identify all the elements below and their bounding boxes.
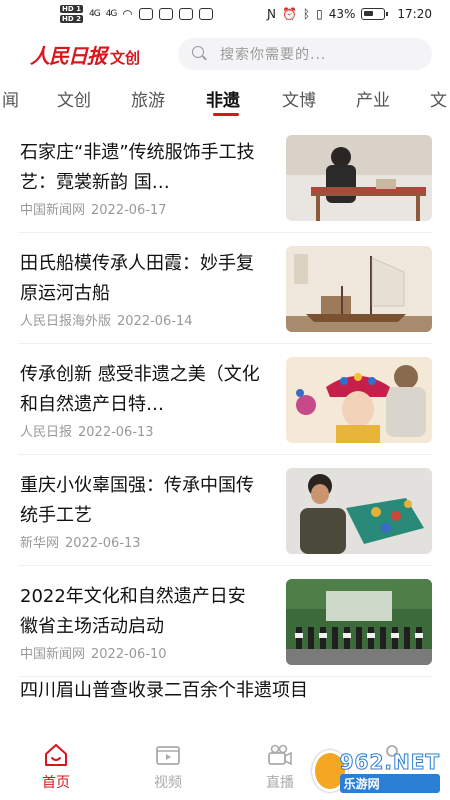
news-date: 2022-06-14 xyxy=(117,314,193,329)
news-title: 重庆小伙辜国强：传承中国传统手工艺 xyxy=(20,475,254,526)
news-date: 2022-06-13 xyxy=(65,536,141,551)
news-date: 2022-06-17 xyxy=(91,203,167,218)
app-icon xyxy=(198,8,213,20)
app-icon xyxy=(158,8,173,20)
battery-icon xyxy=(361,8,389,20)
app-header: 人民日报 文创 搜索你需要的... xyxy=(0,34,450,74)
bluetooth-icon: ᛒ xyxy=(302,7,311,21)
hd1-label: HD 1 xyxy=(60,5,83,13)
news-title: 田氏船模传承人田霞：妙手复原运河古船 xyxy=(20,253,254,304)
nav-video[interactable]: 视频 xyxy=(112,734,224,800)
tab-news[interactable]: 闻 xyxy=(2,86,19,111)
news-meta: 中国新闻网 2022-06-17 xyxy=(20,199,167,218)
news-meta: 人民日报 2022-06-13 xyxy=(20,421,154,440)
news-source: 中国新闻网 xyxy=(20,203,86,218)
news-meta: 中国新闻网 2022-06-10 xyxy=(20,643,167,662)
tab-heritage[interactable]: 非遗 xyxy=(206,86,240,111)
news-title: 传承创新 感受非遗之美（文化和自然遗产日特… xyxy=(20,364,260,415)
status-left: HD 1 HD 2 4G 4G ◠ xyxy=(60,4,267,24)
app-icon xyxy=(138,8,153,20)
search-icon xyxy=(192,46,208,62)
active-tab-indicator xyxy=(213,113,239,116)
news-date: 2022-06-13 xyxy=(78,425,154,440)
news-source: 人民日报 xyxy=(20,425,73,440)
app-icon xyxy=(178,8,193,20)
news-thumbnail xyxy=(286,468,432,554)
nav-video-label: 视频 xyxy=(154,775,182,791)
vibrate-icon: ▯ xyxy=(316,7,323,21)
craftsman-with-lantern-image xyxy=(286,468,432,554)
watermark-top: 962.NET xyxy=(339,749,440,774)
news-item[interactable]: 石家庄“非遗”传统服饰手工技艺：霓裳新韵 国… 中国新闻网 2022-06-17 xyxy=(18,122,432,233)
child-opera-headdress-image xyxy=(286,357,432,443)
news-title: 石家庄“非遗”传统服饰手工技艺：霓裳新韵 国… xyxy=(20,142,255,193)
app-logo: 人民日报 文创 xyxy=(30,40,178,69)
wifi-icon: ◠ xyxy=(122,7,133,21)
news-item[interactable]: 重庆小伙辜国强：传承中国传统手工艺 新华网 2022-06-13 xyxy=(18,455,432,566)
tab-museum[interactable]: 文博 xyxy=(282,86,316,111)
search-placeholder: 搜索你需要的... xyxy=(220,47,327,63)
tab-travel[interactable]: 旅游 xyxy=(131,86,165,111)
tab-industry[interactable]: 产业 xyxy=(356,86,390,111)
news-thumbnail xyxy=(286,135,432,221)
watermark-text: 962.NET 乐游网 xyxy=(339,749,440,793)
video-icon xyxy=(156,746,180,765)
nfc-icon: Ɲ xyxy=(266,7,276,21)
news-meta: 人民日报海外版 2022-06-14 xyxy=(20,310,193,329)
news-list: 石家庄“非遗”传统服饰手工技艺：霓裳新韵 国… 中国新闻网 2022-06-17 … xyxy=(0,122,450,677)
category-tabs: 闻 文创 旅游 非遗 文博 产业 文 xyxy=(0,80,450,118)
news-source: 中国新闻网 xyxy=(20,647,86,662)
signal-1: 4G xyxy=(88,9,101,19)
news-item[interactable]: 田氏船模传承人田霞：妙手复原运河古船 人民日报海外版 2022-06-14 xyxy=(18,233,432,344)
news-item[interactable]: 2022年文化和自然遗产日安徽省主场活动启动 中国新闻网 2022-06-10 xyxy=(18,566,432,677)
news-item[interactable]: 传承创新 感受非遗之美（文化和自然遗产日特… 人民日报 2022-06-13 xyxy=(18,344,432,455)
news-thumbnail xyxy=(286,357,432,443)
nav-live-label: 直播 xyxy=(266,775,294,791)
site-watermark: 962.NET 乐游网 xyxy=(312,748,440,794)
logo-sub: 文创 xyxy=(110,48,141,67)
status-right: Ɲ ⏰ ᛒ ▯ 43% 17:20 xyxy=(267,7,432,21)
hd-indicator: HD 1 HD 2 xyxy=(60,4,83,24)
news-source: 人民日报海外版 xyxy=(20,314,112,329)
logo-main: 人民日报 xyxy=(30,43,107,68)
nav-home-label: 首页 xyxy=(42,775,70,791)
news-thumbnail xyxy=(286,246,432,332)
news-item-partial-title[interactable]: 四川眉山普查收录二百余个非遗项目 xyxy=(20,676,440,702)
signal-2: 4G xyxy=(105,9,118,19)
news-title: 2022年文化和自然遗产日安徽省主场活动启动 xyxy=(20,586,246,637)
alarm-icon: ⏰ xyxy=(281,7,297,21)
watermark-bottom: 乐游网 xyxy=(339,773,440,793)
live-camera-icon xyxy=(268,744,292,766)
tab-culture[interactable]: 文 xyxy=(430,86,447,111)
news-thumbnail xyxy=(286,579,432,665)
news-date: 2022-06-10 xyxy=(91,647,167,662)
clock: 17:20 xyxy=(397,7,432,21)
tailor-at-table-image xyxy=(286,135,432,221)
battery-percent: 43% xyxy=(328,7,356,21)
ship-model-image xyxy=(286,246,432,332)
tab-wenchuang[interactable]: 文创 xyxy=(57,86,91,111)
nav-home[interactable]: 首页 xyxy=(0,734,112,800)
stage-ceremony-image xyxy=(286,579,432,665)
news-meta: 新华网 2022-06-13 xyxy=(20,532,141,551)
status-bar: HD 1 HD 2 4G 4G ◠ Ɲ ⏰ ᛒ ▯ 43% 17:20 xyxy=(0,0,450,28)
search-bar[interactable]: 搜索你需要的... xyxy=(178,38,432,70)
hd2-label: HD 2 xyxy=(60,15,83,23)
news-source: 新华网 xyxy=(20,536,60,551)
home-icon xyxy=(45,744,67,766)
